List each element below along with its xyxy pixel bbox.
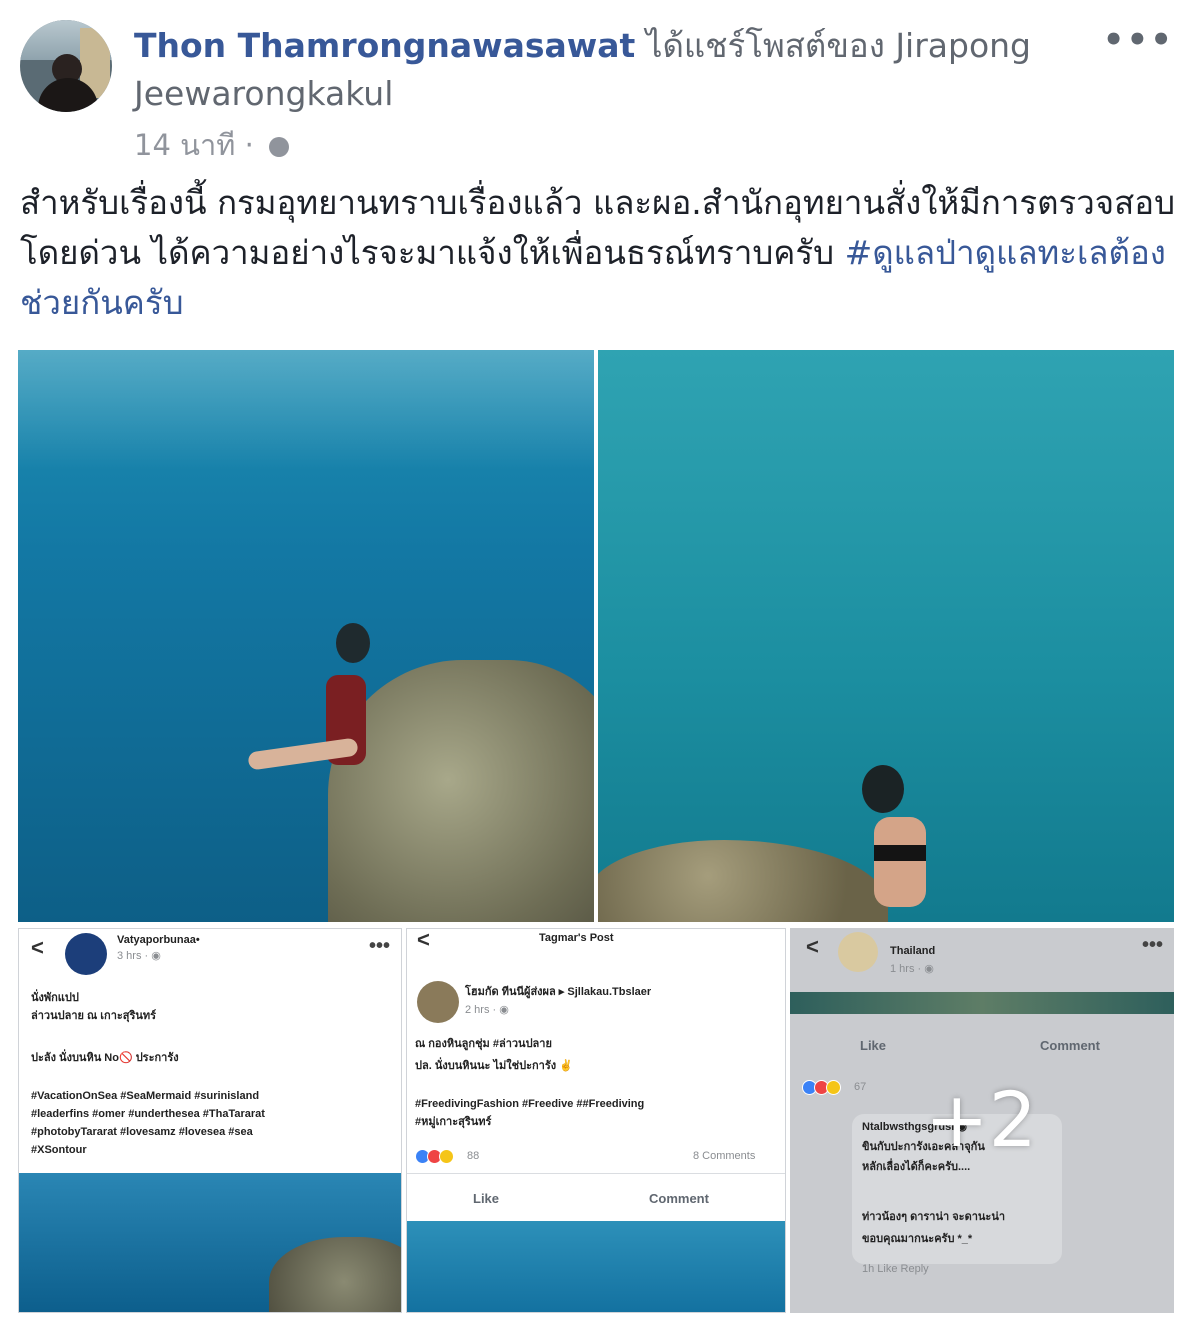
- avatar: [838, 932, 878, 972]
- thumb-line: ณ กองหินลูกชุ่ม #ล่าวนปลาย: [415, 1038, 552, 1050]
- post-text: สำหรับเรื่องนี้ กรมอุทยานทราบเรื่องแล้ว …: [20, 178, 1180, 328]
- thumb-like-button: Like: [473, 1191, 500, 1206]
- reaction-icons: [802, 1080, 841, 1100]
- thumb-like-button: Like: [860, 1038, 887, 1053]
- thumb-line: นั่งพักแปป: [31, 992, 79, 1004]
- more-options-button[interactable]: •••: [1103, 20, 1174, 60]
- thumb-line: ปะลัง นั่งบนหิน No🚫 ประการัง: [31, 1052, 179, 1064]
- back-icon: <: [806, 934, 819, 959]
- shared-post: Thon Thamrongnawasawat ได้แชร์โพสต์ของ J…: [0, 0, 1200, 1323]
- photo-screenshot-1[interactable]: < Vatyaporbunaa• 3 hrs · ◉ ••• นั่งพักแป…: [18, 928, 402, 1313]
- photo-screenshot-2[interactable]: < Tagmar's Post โฮมกัด ทีนนีผู้ส่งผล ▸ S…: [406, 928, 786, 1313]
- more-photos-count[interactable]: +2: [925, 1075, 1037, 1164]
- thumb-time: 3 hrs · ◉: [117, 950, 161, 962]
- reply-text: ท่าวน้องๆ ดาราน่า จะดานะน่า: [862, 1211, 1006, 1223]
- reply-meta: 1h Like Reply: [862, 1263, 929, 1275]
- avatar: [65, 933, 107, 975]
- author-name-link[interactable]: Thon Thamrongnawasawat: [134, 26, 635, 65]
- reaction-count: 67: [854, 1081, 867, 1093]
- meta-separator: ·: [244, 128, 254, 162]
- avatar: [417, 981, 459, 1023]
- reply-text: ขอบคุณมากนะครับ *_*: [862, 1233, 973, 1245]
- thumb-author: Thailand: [890, 945, 936, 957]
- thumb-hashtags: #VacationOnSea #SeaMermaid #surinisland …: [31, 1090, 265, 1156]
- thumb-comment-button: Comment: [1040, 1038, 1100, 1053]
- thumb-line: ล่าวนปลาย ณ เกาะสุรินทร์: [31, 1010, 157, 1022]
- reaction-count: 88: [467, 1150, 480, 1162]
- author-avatar[interactable]: [20, 20, 112, 112]
- thumb-time: 1 hrs · ◉: [890, 963, 934, 975]
- photo-diver-seated[interactable]: [598, 350, 1174, 922]
- reaction-icons: [415, 1149, 454, 1169]
- shared-verb: ได้แชร์โพสต์ของ: [645, 26, 885, 65]
- thumb-line: ปล. นั่งบนหินนะ ไม่ใช่ปะการัง ✌: [415, 1060, 573, 1072]
- thumb-title: Tagmar's Post: [539, 932, 614, 944]
- comment-count: 8 Comments: [693, 1150, 756, 1162]
- back-icon: <: [417, 928, 430, 952]
- more-icon: •••: [369, 935, 391, 957]
- thumb-time: 2 hrs · ◉: [465, 1004, 509, 1016]
- photo-diver-on-rock[interactable]: [18, 350, 594, 922]
- post-meta: 14 นาที ·: [134, 122, 290, 168]
- more-icon: •••: [1142, 934, 1164, 956]
- post-timestamp[interactable]: 14 นาที: [134, 128, 235, 162]
- globe-icon: [269, 137, 290, 157]
- back-icon: <: [31, 935, 44, 960]
- post-header: Thon Thamrongnawasawat ได้แชร์โพสต์ของ J…: [134, 22, 1084, 118]
- thumb-author: โฮมกัด ทีนนีผู้ส่งผล ▸ Sjllakau.Tbslaer: [465, 986, 652, 998]
- thumb-comment-button: Comment: [649, 1191, 709, 1206]
- thumb-hashtags: #FreedivingFashion #Freedive ##Freedivin…: [415, 1098, 645, 1128]
